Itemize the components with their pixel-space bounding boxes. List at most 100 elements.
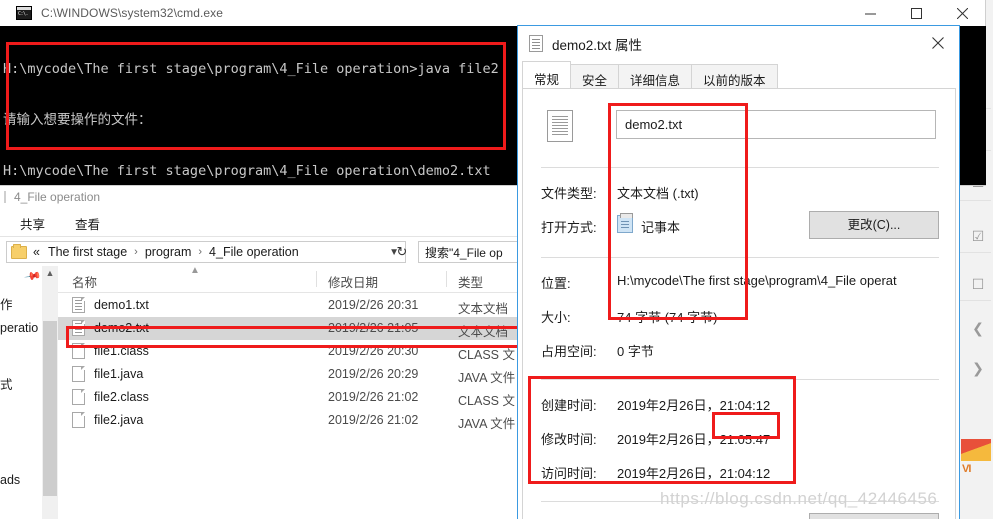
nav-scrollbar-thumb[interactable] — [43, 321, 57, 496]
file-type: CLASS 文 — [458, 394, 515, 408]
refresh-icon[interactable]: ↻ — [392, 242, 412, 262]
bookmark-icon[interactable]: ☑ — [968, 226, 988, 246]
table-row[interactable]: file1.java 2019/2/26 20:29 JAVA 文件 — [58, 363, 519, 386]
file-explorer-window: 4_File operation 共享 查看 « The first stage… — [0, 186, 520, 519]
pin-icon[interactable]: 📌 — [24, 267, 42, 286]
explorer-window-title: 4_File operation — [14, 190, 101, 204]
sort-ascending-icon: ▲ — [190, 265, 200, 276]
cmd-window-title: C:\WINDOWS\system32\cmd.exe — [41, 6, 224, 20]
field-label: 访问时间: — [541, 466, 597, 481]
table-row[interactable]: file1.class 2019/2/26 20:30 CLASS 文 — [58, 340, 519, 363]
breadcrumb-separator-icon: › — [134, 246, 138, 258]
ribbon-tab-share[interactable]: 共享 — [20, 214, 45, 236]
generic-file-icon — [72, 389, 85, 405]
file-name-row: demo2.txt — [541, 107, 939, 155]
field-value: H:\mycode\The first stage\program\4_File… — [617, 273, 897, 288]
watermark-text: https://blog.csdn.net/qq_42446456 — [660, 489, 938, 508]
table-row[interactable]: file2.class 2019/2/26 21:02 CLASS 文 — [58, 386, 519, 409]
field-label: 修改时间: — [541, 432, 597, 447]
text-file-icon — [547, 110, 573, 142]
generic-file-icon — [72, 366, 85, 382]
field-label: 位置: — [541, 276, 571, 291]
file-date: 2019/2/26 20:31 — [328, 298, 419, 312]
nav-pane-scrollbar[interactable]: ▲ — [42, 266, 58, 519]
field-value: 文本文档 (.txt) — [617, 186, 699, 201]
nav-item-2[interactable]: 式 — [0, 374, 13, 393]
folder-icon — [11, 243, 27, 259]
nav-item-1[interactable]: peratio — [0, 321, 38, 335]
file-date: 2019/2/26 20:29 — [328, 367, 419, 381]
file-list: ▲ 名称 修改日期 类型 demo1.txt 2019/2/26 20:31 文… — [58, 265, 519, 519]
field-label: 文件类型: — [541, 186, 597, 201]
cmd-titlebar[interactable]: C:\WINDOWS\system32\cmd.exe — [0, 0, 985, 26]
search-input[interactable]: 搜索"4_File op — [418, 241, 519, 263]
nav-item-0[interactable]: 作 — [0, 294, 13, 313]
properties-tabs: 常规 安全 详细信息 以前的版本 — [518, 61, 959, 91]
advanced-button[interactable]: 高级(D)... — [809, 513, 939, 519]
file-type: 文本文档 — [458, 325, 509, 339]
file-type: JAVA 文件 — [458, 371, 516, 385]
text-file-icon — [72, 320, 85, 336]
text-file-icon — [72, 297, 85, 313]
tab-security[interactable]: 安全 — [570, 64, 620, 91]
next-arrow-icon[interactable]: ❯ — [968, 358, 988, 378]
explorer-nav-pane: 📌 作 peratio 式 ads — [0, 266, 42, 519]
table-row[interactable]: demo1.txt 2019/2/26 20:31 文本文档 — [58, 294, 519, 317]
nav-item-3[interactable]: ads — [0, 473, 20, 487]
breadcrumb-item-2[interactable]: 4_File operation — [209, 245, 299, 259]
minimize-button[interactable] — [847, 0, 893, 26]
explorer-address-row: « The first stage › program › 4_File ope… — [0, 236, 519, 267]
ribbon-tab-view[interactable]: 查看 — [75, 214, 100, 236]
field-value: 0 字节 — [617, 344, 654, 359]
properties-general-panel: demo2.txt 文件类型: 文本文档 (.txt) 打开方式: 记事本 更改… — [522, 88, 956, 519]
vi-logo-icon: VI — [962, 463, 971, 475]
generic-file-icon — [72, 412, 85, 428]
breadcrumb-separator-icon: › — [198, 246, 203, 258]
file-date: 2019/2/26 21:05 — [328, 321, 419, 335]
close-button[interactable] — [917, 26, 959, 60]
properties-dialog: demo2.txt 属性 常规 安全 详细信息 以前的版本 demo2.txt … — [517, 25, 960, 519]
file-name: file2.java — [94, 413, 144, 427]
field-value: 2019年2月26日，21:04:12 — [617, 398, 771, 413]
properties-titlebar[interactable]: demo2.txt 属性 — [518, 26, 959, 61]
breadcrumb-item-0[interactable]: The first stage — [48, 245, 127, 259]
search-placeholder: 搜索"4_File op — [425, 245, 503, 260]
scroll-up-icon[interactable]: ▲ — [42, 266, 58, 280]
table-row[interactable]: demo2.txt 2019/2/26 21:05 文本文档 — [58, 317, 519, 340]
field-label: 大小: — [541, 310, 571, 325]
cmd-window-controls — [847, 0, 985, 26]
change-button[interactable]: 更改(C)... — [809, 211, 939, 239]
breadcrumb-item-1[interactable]: program — [145, 245, 192, 259]
tab-general[interactable]: 常规 — [522, 61, 572, 88]
file-type: JAVA 文件 — [458, 417, 516, 431]
tab-divider — [4, 191, 6, 203]
table-row[interactable]: file2.java 2019/2/26 21:02 JAVA 文件 — [58, 409, 519, 432]
tab-details[interactable]: 详细信息 — [618, 64, 693, 91]
file-list-header: ▲ 名称 修改日期 类型 — [58, 265, 519, 293]
file-name: file1.java — [94, 367, 144, 381]
file-date: 2019/2/26 21:02 — [328, 413, 419, 427]
tab-previous-versions[interactable]: 以前的版本 — [691, 64, 778, 91]
column-header-name[interactable]: 名称 — [72, 272, 97, 291]
column-header-type[interactable]: 类型 — [458, 272, 483, 291]
file-name: file2.class — [94, 390, 149, 404]
field-value: 2019年2月26日，21:05:47 — [617, 432, 771, 447]
file-type: CLASS 文 — [458, 348, 515, 362]
breadcrumb-overflow[interactable]: « — [33, 245, 40, 259]
text-file-icon — [529, 35, 543, 52]
filename-input[interactable]: demo2.txt — [616, 110, 936, 139]
screen-root: △ 4 💬 ☰ ☑ ☐ ❮ ❯ VI ▲ ▼ C:\WINDOWS\system… — [0, 0, 993, 519]
close-button[interactable] — [939, 0, 985, 26]
column-header-date[interactable]: 修改日期 — [328, 272, 378, 291]
file-date: 2019/2/26 21:02 — [328, 390, 419, 404]
address-bar[interactable]: « The first stage › program › 4_File ope… — [6, 241, 406, 263]
explorer-ribbon-tabs: 共享 查看 — [0, 208, 519, 236]
window-icon[interactable]: ☐ — [968, 274, 988, 294]
maximize-button[interactable] — [893, 0, 939, 26]
prev-arrow-icon[interactable]: ❮ — [968, 318, 988, 338]
field-value: 74 字节 (74 字节) — [617, 310, 718, 325]
properties-dialog-title: demo2.txt 属性 — [552, 37, 643, 53]
notepad-icon — [617, 213, 633, 233]
app-logo-icon — [961, 439, 991, 461]
file-name: file1.class — [94, 344, 149, 358]
